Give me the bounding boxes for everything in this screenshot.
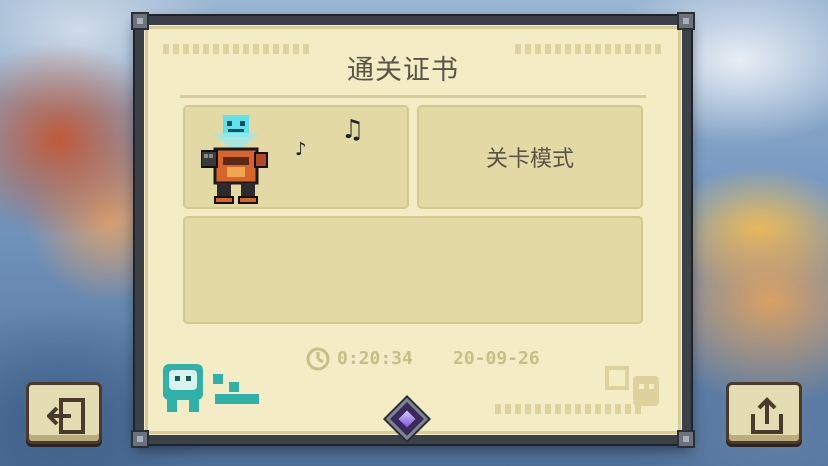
game-mode-label: 关卡模式 [485, 147, 574, 172]
music-notes-icon: ♫ [341, 115, 365, 145]
clock-icon [306, 347, 330, 371]
clear-date: 20-09-26 [453, 348, 540, 369]
corner-rivet [677, 12, 695, 30]
character-box: ♪ ♫ [183, 105, 409, 209]
knight-robot-character [201, 115, 268, 204]
clear-time: 0:20:34 [305, 346, 413, 372]
details-box [183, 216, 643, 324]
clear-time-value: 0:20:34 [337, 348, 413, 369]
border-ornament [163, 44, 313, 54]
exit-icon [47, 398, 85, 434]
exit-button[interactable] [26, 382, 102, 444]
share-button[interactable] [726, 382, 802, 444]
corner-rivet [131, 12, 149, 30]
corner-rivet [131, 430, 149, 448]
certificate-title: 通关证书 [347, 55, 459, 86]
music-note-icon: ♪ [295, 139, 307, 160]
teal-mascot-stamp [163, 364, 259, 412]
certificate-panel: 通关证书 ♪ ♫ 关卡模式 0:20:34 20-09-26 [131, 12, 695, 448]
share-icon [751, 397, 783, 434]
ornament-stamp [605, 366, 659, 406]
corner-rivet [677, 430, 695, 448]
title-divider [180, 95, 646, 98]
border-ornament [515, 44, 665, 54]
mode-box: 关卡模式 [417, 105, 643, 209]
